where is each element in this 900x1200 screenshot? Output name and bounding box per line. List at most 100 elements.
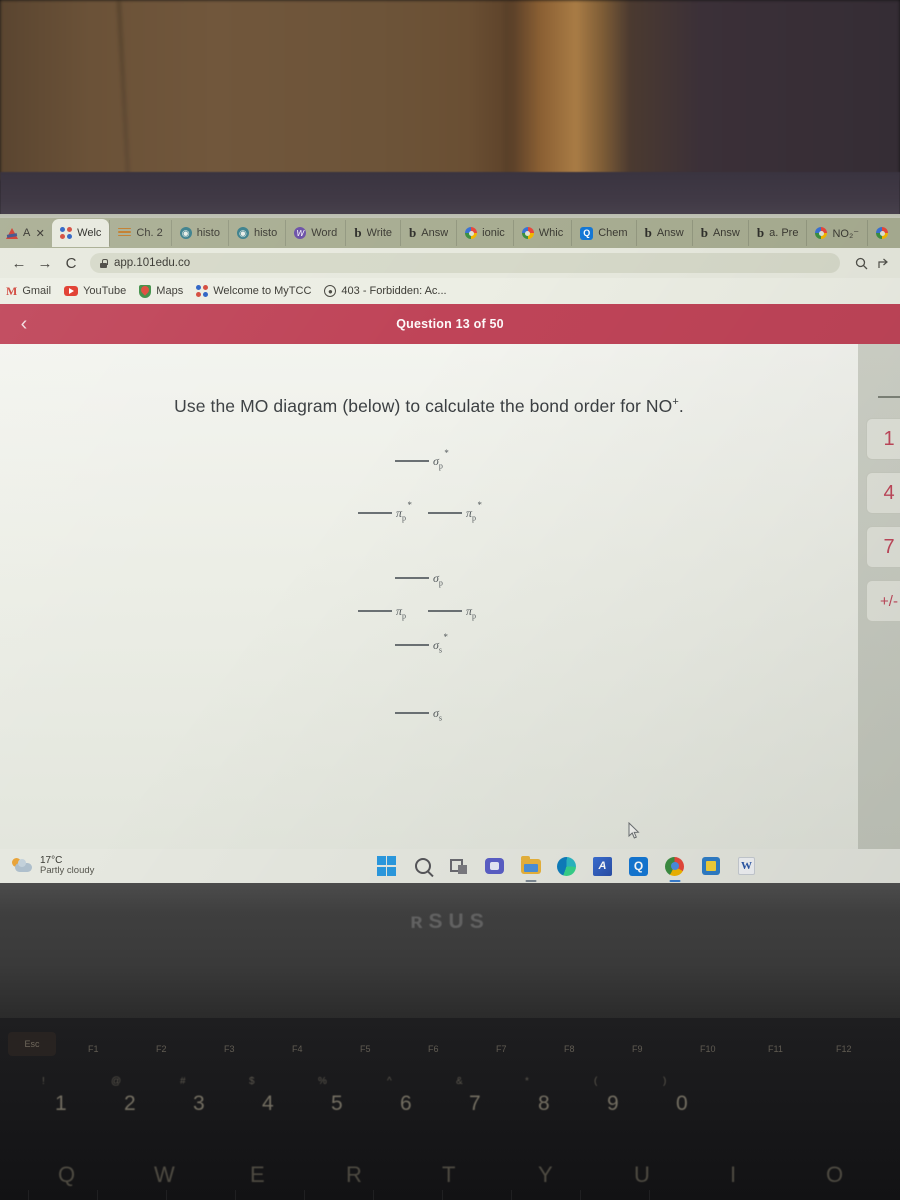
mo-subscript: s — [438, 713, 443, 723]
function-key-f3[interactable]: F3 — [224, 1044, 235, 1054]
app-a-icon[interactable]: A — [592, 856, 613, 877]
mo-level-line — [428, 512, 462, 514]
browser-tab-10[interactable]: b Answ — [635, 220, 692, 246]
answer-keypad-rail: 1 4 7 +/- — [858, 344, 900, 849]
number-key-4[interactable]: 4 — [262, 1092, 274, 1116]
browser-tab-6[interactable]: b Answ — [400, 220, 456, 246]
browser-tab-5[interactable]: b Write — [345, 220, 400, 246]
back-button[interactable]: ← — [6, 250, 32, 276]
bookmark-2[interactable]: Maps — [139, 284, 184, 298]
bookmark-4[interactable]: ● 403 - Forbidden: Ac... — [324, 285, 447, 297]
letter-key-q[interactable]: Q — [58, 1162, 75, 1188]
mo-level-sigma-s-star: σs* — [395, 632, 448, 654]
app-badge-close-icon[interactable]: ✕ — [36, 227, 46, 240]
letter-key-r[interactable]: R — [346, 1162, 362, 1188]
question-header-bar: ‹ Question 13 of 50 — [0, 304, 900, 344]
bookmark-0[interactable]: M Gmail — [6, 284, 51, 299]
browser-tab-12[interactable]: b a. Pre — [747, 220, 807, 246]
acrobat-icon — [6, 227, 18, 239]
browser-tab-0[interactable]: Welc — [52, 219, 110, 247]
info-circle-icon: ● — [324, 285, 337, 297]
bookmark-1[interactable]: YouTube — [64, 285, 126, 297]
browser-tab-2[interactable]: ◉ histo — [170, 220, 228, 246]
function-key-f12[interactable]: F12 — [836, 1044, 852, 1054]
number-key-2[interactable]: 2 — [124, 1092, 136, 1116]
windows-start-icon[interactable] — [376, 856, 397, 877]
address-bar[interactable]: app.101edu.co — [90, 253, 840, 273]
microsoft-store-icon[interactable] — [700, 856, 721, 877]
laptop-bottom-bezel — [0, 883, 900, 1018]
number-key-0[interactable]: 0 — [676, 1092, 688, 1116]
function-key-f7[interactable]: F7 — [496, 1044, 507, 1054]
letter-key-u[interactable]: U — [634, 1162, 650, 1188]
number-key-8[interactable]: 8 — [538, 1092, 550, 1116]
zoom-search-icon[interactable] — [850, 252, 872, 274]
letter-key-o[interactable]: O — [826, 1162, 843, 1188]
word-icon[interactable]: W — [736, 856, 757, 877]
function-key-f9[interactable]: F9 — [632, 1044, 643, 1054]
browser-tab-9[interactable]: Q Chem — [571, 220, 635, 246]
browser-tab-label: Chem — [598, 227, 628, 239]
letter-key-y[interactable]: Y — [538, 1162, 553, 1188]
teams-icon[interactable] — [484, 856, 505, 877]
function-key-f10[interactable]: F10 — [700, 1044, 716, 1054]
function-key-f2[interactable]: F2 — [156, 1044, 167, 1054]
number-key-1[interactable]: 1 — [55, 1092, 67, 1116]
mo-level-pi-p-star-left: πp* — [358, 500, 412, 522]
mo-subscript: p — [472, 513, 477, 523]
minus-key[interactable] — [878, 396, 900, 398]
function-key-f5[interactable]: F5 — [360, 1044, 371, 1054]
letter-key-e[interactable]: E — [250, 1162, 265, 1188]
browser-tab-3[interactable]: ◉ histo — [227, 220, 285, 246]
letter-key-i[interactable]: I — [730, 1162, 736, 1188]
mo-level-line — [428, 610, 462, 612]
browser-tab-13[interactable]: NO₂⁻ — [806, 220, 867, 246]
keypad-key-4[interactable]: 4 — [866, 472, 900, 514]
browser-tab-11[interactable]: b Answ — [691, 220, 748, 246]
function-key-f8[interactable]: F8 — [564, 1044, 575, 1054]
function-key-f4[interactable]: F4 — [292, 1044, 303, 1054]
browser-tab-7[interactable]: ionic — [456, 220, 513, 246]
browser-tab-1[interactable]: Ch. 2 — [109, 220, 170, 246]
door-frame-edge — [505, 0, 507, 180]
browser-tab-label: Word — [311, 227, 338, 239]
forward-button[interactable]: → — [32, 250, 58, 276]
bookmark-label: Welcome to MyTCC — [213, 285, 312, 297]
number-key-7[interactable]: 7 — [469, 1092, 481, 1116]
file-explorer-icon[interactable] — [520, 855, 541, 882]
bookmark-label: Maps — [156, 285, 184, 297]
number-key-5[interactable]: 5 — [331, 1092, 343, 1116]
mo-level-pi-p-left: πp — [358, 602, 406, 620]
quizlet-icon[interactable]: Q — [628, 856, 649, 877]
keypad-key-7[interactable]: 7 — [866, 526, 900, 568]
number-key-symbol-3: # — [180, 1076, 186, 1087]
weather-widget[interactable]: 17°C Partly cloudy — [0, 855, 200, 877]
function-key-f1[interactable]: F1 — [88, 1044, 99, 1054]
function-key-f11[interactable]: F11 — [768, 1044, 783, 1054]
number-key-9[interactable]: 9 — [607, 1092, 619, 1116]
number-key-symbol-1: ! — [42, 1076, 45, 1087]
chrome-icon[interactable] — [664, 856, 685, 882]
function-key-f6[interactable]: F6 — [428, 1044, 439, 1054]
letter-key-w[interactable]: W — [154, 1162, 175, 1188]
browser-tab-14[interactable] — [867, 220, 900, 246]
keypad-key-plusminus[interactable]: +/- — [866, 580, 900, 622]
browser-tab-label: NO₂⁻ — [832, 227, 860, 240]
bookmark-3[interactable]: Welcome to MyTCC — [196, 285, 311, 297]
grid-dots-icon — [196, 285, 209, 297]
number-key-6[interactable]: 6 — [400, 1092, 412, 1116]
share-icon[interactable] — [872, 252, 894, 274]
browser-tab-8[interactable]: Whic — [512, 220, 571, 246]
acrobat-app-badge[interactable]: A ✕ — [0, 218, 52, 248]
edge-icon[interactable] — [556, 856, 577, 877]
reload-button[interactable]: C — [58, 250, 84, 276]
search-icon[interactable] — [412, 856, 433, 877]
letter-key-t[interactable]: T — [442, 1162, 455, 1188]
keypad-key-1[interactable]: 1 — [866, 418, 900, 460]
browser-tab-4[interactable]: W Word — [285, 220, 345, 246]
number-key-3[interactable]: 3 — [193, 1092, 205, 1116]
number-key-symbol-8: * — [525, 1076, 529, 1087]
mo-level-line — [358, 512, 392, 514]
grid-dots-icon — [60, 227, 73, 239]
task-view-icon[interactable] — [448, 856, 469, 877]
